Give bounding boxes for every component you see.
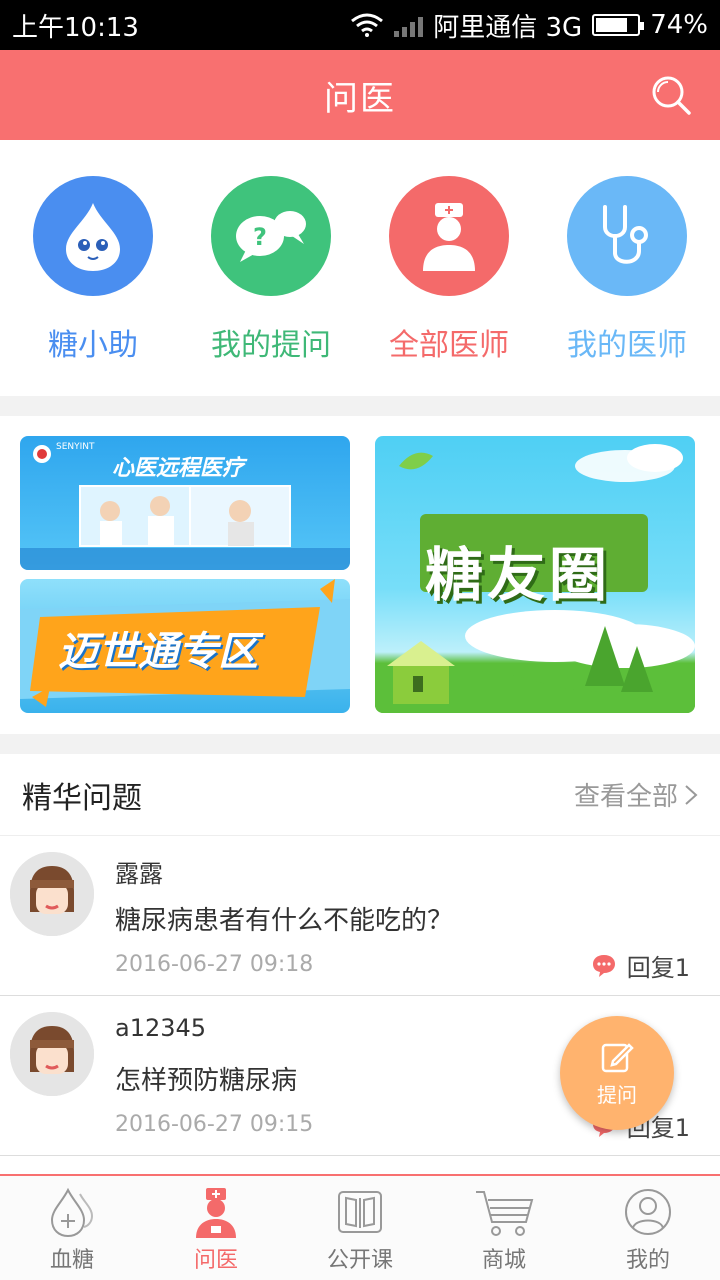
view-all-label: 查看全部 xyxy=(573,782,678,812)
edit-icon xyxy=(601,1042,634,1072)
tab-label: 商城 xyxy=(481,1248,526,1273)
banner-area: SENYINT 心医远程医疗 迈世通专区 糖友圈 xyxy=(0,416,720,734)
quick-label-sugar-helper: 糖小助 xyxy=(48,328,138,363)
battery-icon xyxy=(592,14,645,36)
user-icon xyxy=(625,1189,671,1235)
doctor-icon xyxy=(196,1188,236,1238)
signal-icon xyxy=(394,13,424,37)
status-right: 阿里通信 3G 74% xyxy=(350,7,708,44)
status-time: 上午10:13 xyxy=(12,12,139,43)
quick-label-all-doctors: 全部医师 xyxy=(389,328,509,363)
blood-drop-icon xyxy=(50,1187,94,1238)
status-bar: 上午10:13 阿里通信 3G 74% xyxy=(0,0,720,50)
book-icon xyxy=(338,1191,382,1233)
doctor-icon xyxy=(389,176,509,296)
question-text: 糖尿病患者有什么不能吃的？ xyxy=(115,906,454,936)
question-item[interactable]: 露露 糖尿病患者有什么不能吃的？ 2016-06-27 09:18 回复1 xyxy=(0,836,720,996)
chevron-right-icon xyxy=(685,784,698,805)
droplet-mascot-icon xyxy=(33,176,153,296)
ask-question-button[interactable]: 提问 xyxy=(560,1016,674,1130)
chat-question-icon: ? xyxy=(211,176,331,296)
banner-remote-medical[interactable]: SENYINT 心医远程医疗 xyxy=(20,436,350,570)
svg-text:?: ? xyxy=(253,223,267,251)
tab-label: 公开课 xyxy=(326,1248,393,1273)
banner-sugar-circle[interactable]: 糖友圈 xyxy=(375,436,695,713)
stethoscope-icon xyxy=(567,176,687,296)
tab-open-course[interactable]: 公开课 xyxy=(288,1176,432,1280)
ask-question-label: 提问 xyxy=(597,1082,637,1107)
reply-count: 回复1 xyxy=(591,948,690,983)
quick-item-my-doctors[interactable]: 我的医师 xyxy=(542,140,712,396)
quick-item-my-questions[interactable]: ? 我的提问 xyxy=(186,140,356,396)
question-time: 2016-06-27 09:15 xyxy=(115,1112,314,1137)
banner-logo: SENYINT xyxy=(56,442,95,452)
section-header: 精华问题 查看全部 xyxy=(0,754,720,836)
status-carrier: 阿里通信 3G xyxy=(433,12,583,43)
reply-label: 回复1 xyxy=(626,954,690,982)
tab-label: 问医 xyxy=(193,1248,238,1273)
banner-maishitong-zone[interactable]: 迈世通专区 xyxy=(20,579,350,713)
tab-label: 血糖 xyxy=(49,1248,94,1273)
question-user: a12345 xyxy=(115,1014,207,1042)
quick-label-my-doctors: 我的医师 xyxy=(567,328,687,363)
view-all-link[interactable]: 查看全部 xyxy=(574,776,698,813)
quick-item-all-doctors[interactable]: 全部医师 xyxy=(364,140,534,396)
question-time: 2016-06-27 09:18 xyxy=(115,952,314,977)
banner-remote-medical-title: 心医远程医疗 xyxy=(112,456,245,481)
avatar xyxy=(10,1012,94,1096)
banner-sugar-circle-title: 糖友圈 xyxy=(425,541,612,609)
bottom-tab-bar: 血糖 问医 公开课 商城 我的 xyxy=(0,1174,720,1280)
banner-maishitong-title: 迈世通专区 xyxy=(58,629,258,675)
quick-actions: 糖小助 ? 我的提问 全部医师 我的医师 xyxy=(0,140,720,396)
quick-label-my-questions: 我的提问 xyxy=(211,328,331,363)
tab-ask-doctor[interactable]: 问医 xyxy=(144,1176,288,1280)
tab-store[interactable]: 商城 xyxy=(432,1176,576,1280)
quick-item-sugar-helper[interactable]: 糖小助 xyxy=(8,140,178,396)
tab-label: 我的 xyxy=(625,1248,670,1273)
app-header: 问医 xyxy=(0,50,720,140)
wifi-icon xyxy=(351,13,384,37)
section-title: 精华问题 xyxy=(22,780,142,816)
page-title: 问医 xyxy=(324,78,396,119)
cart-icon xyxy=(476,1191,534,1236)
tab-mine[interactable]: 我的 xyxy=(576,1176,720,1280)
search-icon[interactable] xyxy=(650,74,692,116)
question-user: 露露 xyxy=(115,860,163,888)
comment-icon xyxy=(592,954,615,977)
avatar xyxy=(10,852,94,936)
tab-blood-sugar[interactable]: 血糖 xyxy=(0,1176,144,1280)
question-text: 怎样预防糖尿病 xyxy=(115,1066,298,1096)
status-battery: 74% xyxy=(650,10,708,40)
